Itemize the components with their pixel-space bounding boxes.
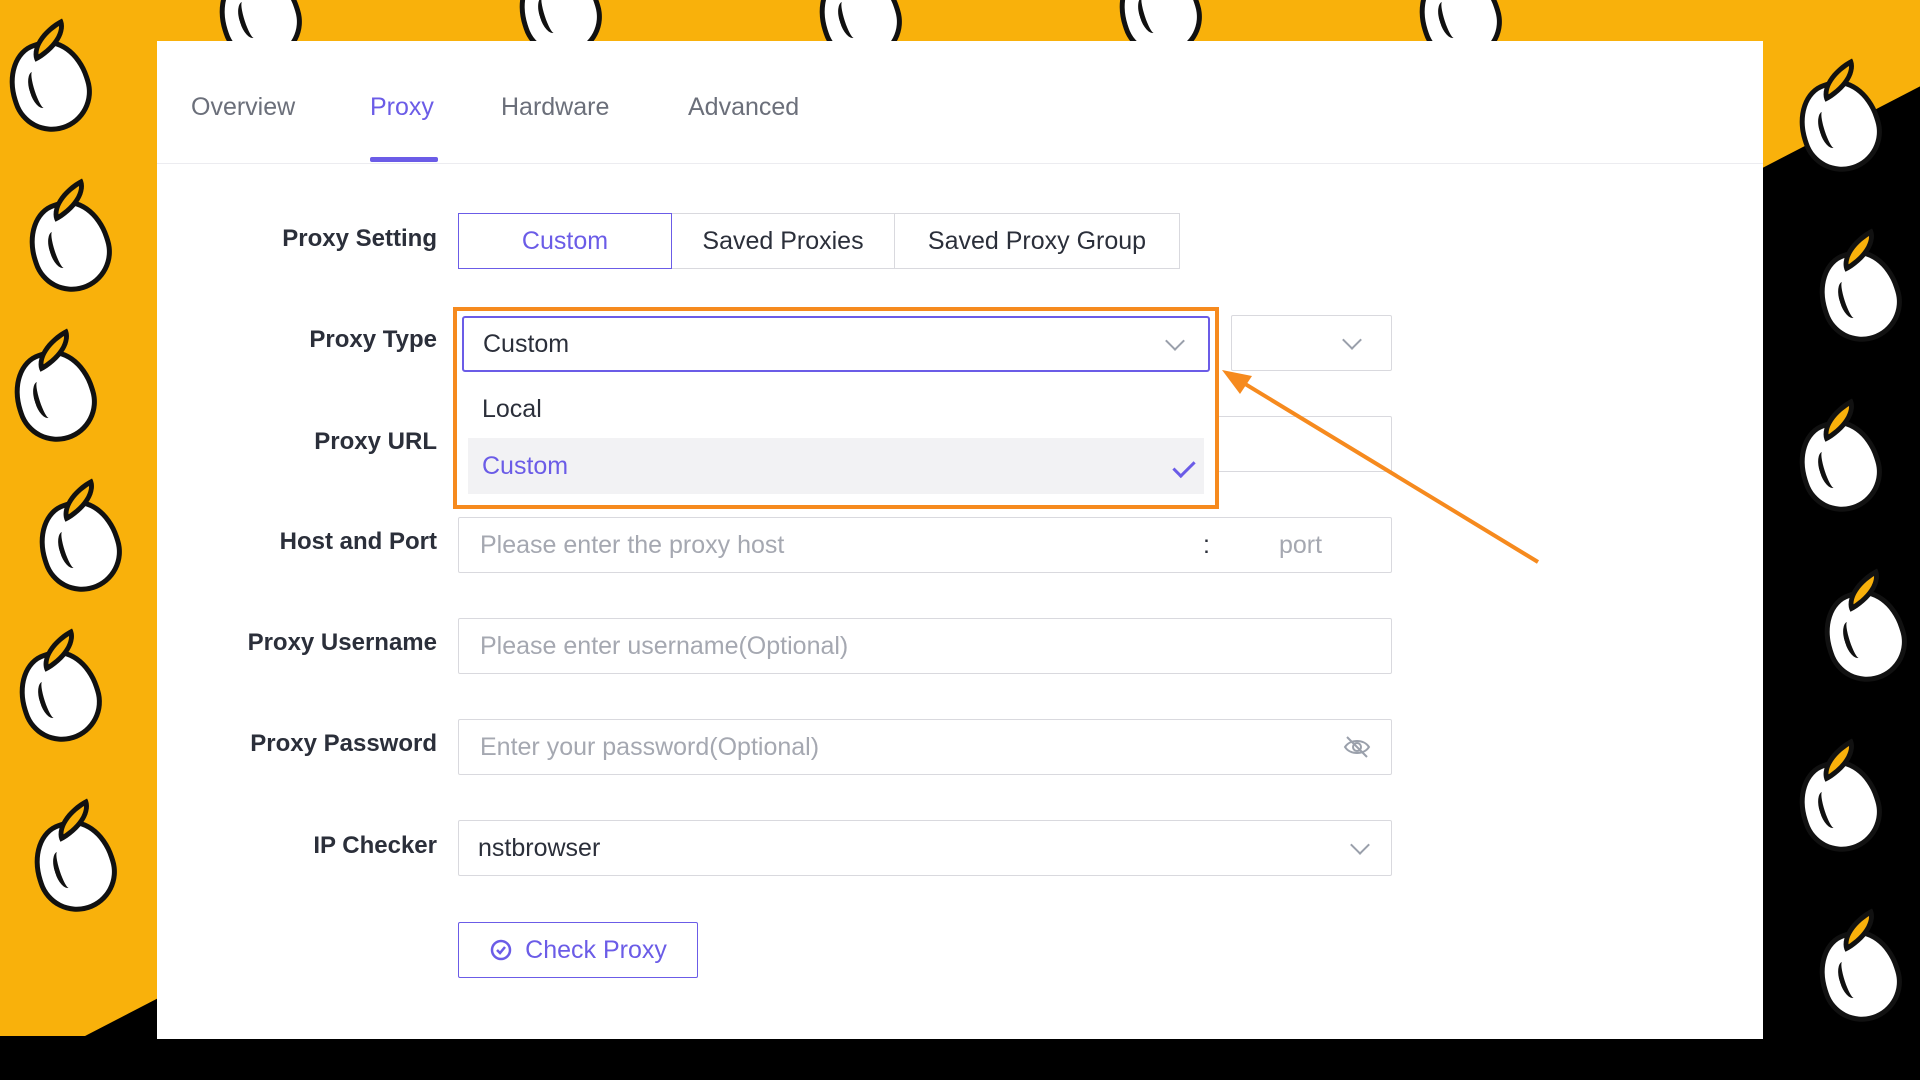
- proxy-setting-segmented-control: Custom Saved Proxies Saved Proxy Group: [458, 213, 1180, 269]
- proxy-type-select[interactable]: Custom: [462, 316, 1210, 372]
- proxy-type-label: Proxy Type: [309, 326, 437, 353]
- ip-checker-label: IP Checker: [313, 832, 437, 859]
- tab-bar: Overview Proxy Hardware Advanced: [157, 41, 1763, 164]
- host-and-port-label: Host and Port: [279, 528, 437, 555]
- mango-pattern-icon: [1787, 749, 1893, 863]
- mango-pattern-icon: [1787, 409, 1893, 523]
- proxy-url-input[interactable]: [1217, 416, 1392, 472]
- speedometer-icon: [490, 939, 512, 961]
- tab-hardware[interactable]: Hardware: [501, 93, 609, 122]
- chevron-down-icon: [1165, 331, 1185, 351]
- chevron-down-icon: [1350, 835, 1370, 855]
- proxy-setting-saved-proxy-group-option[interactable]: Saved Proxy Group: [894, 213, 1180, 269]
- proxy-username-field: [458, 618, 1392, 674]
- proxy-type-dropdown-menu: Local Custom: [462, 377, 1210, 501]
- mango-pattern-icon: [1812, 579, 1918, 693]
- proxy-username-input[interactable]: [478, 619, 1362, 673]
- tab-overview[interactable]: Overview: [191, 93, 295, 122]
- proxy-type-option-custom[interactable]: Custom: [468, 438, 1204, 494]
- proxy-setting-saved-proxies-option[interactable]: Saved Proxies: [671, 213, 895, 269]
- proxy-type-option-local[interactable]: Local: [468, 381, 1204, 437]
- background-bottom-strip: [0, 1036, 1920, 1080]
- tab-advanced[interactable]: Advanced: [688, 93, 799, 122]
- proxy-setting-label: Proxy Setting: [282, 225, 437, 252]
- check-proxy-button[interactable]: Check Proxy: [458, 922, 698, 978]
- menu-item-label: Local: [482, 395, 542, 423]
- proxy-password-label: Proxy Password: [250, 730, 437, 757]
- ip-checker-select[interactable]: nstbrowser: [458, 820, 1392, 876]
- proxy-protocol-select[interactable]: [1231, 315, 1392, 371]
- proxy-password-input[interactable]: [478, 720, 1302, 774]
- proxy-setting-custom-option[interactable]: Custom: [458, 213, 672, 269]
- mango-pattern-icon: [1807, 239, 1913, 353]
- mango-pattern-icon: [1807, 919, 1913, 1033]
- proxy-host-input[interactable]: [478, 518, 1162, 572]
- proxy-type-value: Custom: [483, 330, 570, 358]
- check-proxy-label: Check Proxy: [525, 935, 667, 964]
- proxy-type-highlight-box: Custom Local Custom: [453, 307, 1219, 509]
- ip-checker-value: nstbrowser: [478, 834, 601, 862]
- checkmark-icon: [1172, 454, 1196, 479]
- host-and-port-field: :: [458, 517, 1392, 573]
- tab-proxy[interactable]: Proxy: [370, 93, 434, 122]
- host-port-separator: :: [1203, 531, 1210, 559]
- menu-item-label: Custom: [482, 452, 569, 480]
- active-tab-indicator: [370, 157, 438, 162]
- proxy-username-label: Proxy Username: [247, 629, 437, 656]
- proxy-password-field: [458, 719, 1392, 775]
- eye-hidden-icon[interactable]: [1343, 735, 1371, 759]
- settings-panel: Overview Proxy Hardware Advanced Proxy S…: [157, 41, 1763, 1039]
- chevron-down-icon: [1342, 330, 1362, 350]
- proxy-url-label: Proxy URL: [314, 428, 437, 455]
- proxy-port-input[interactable]: [1277, 518, 1381, 572]
